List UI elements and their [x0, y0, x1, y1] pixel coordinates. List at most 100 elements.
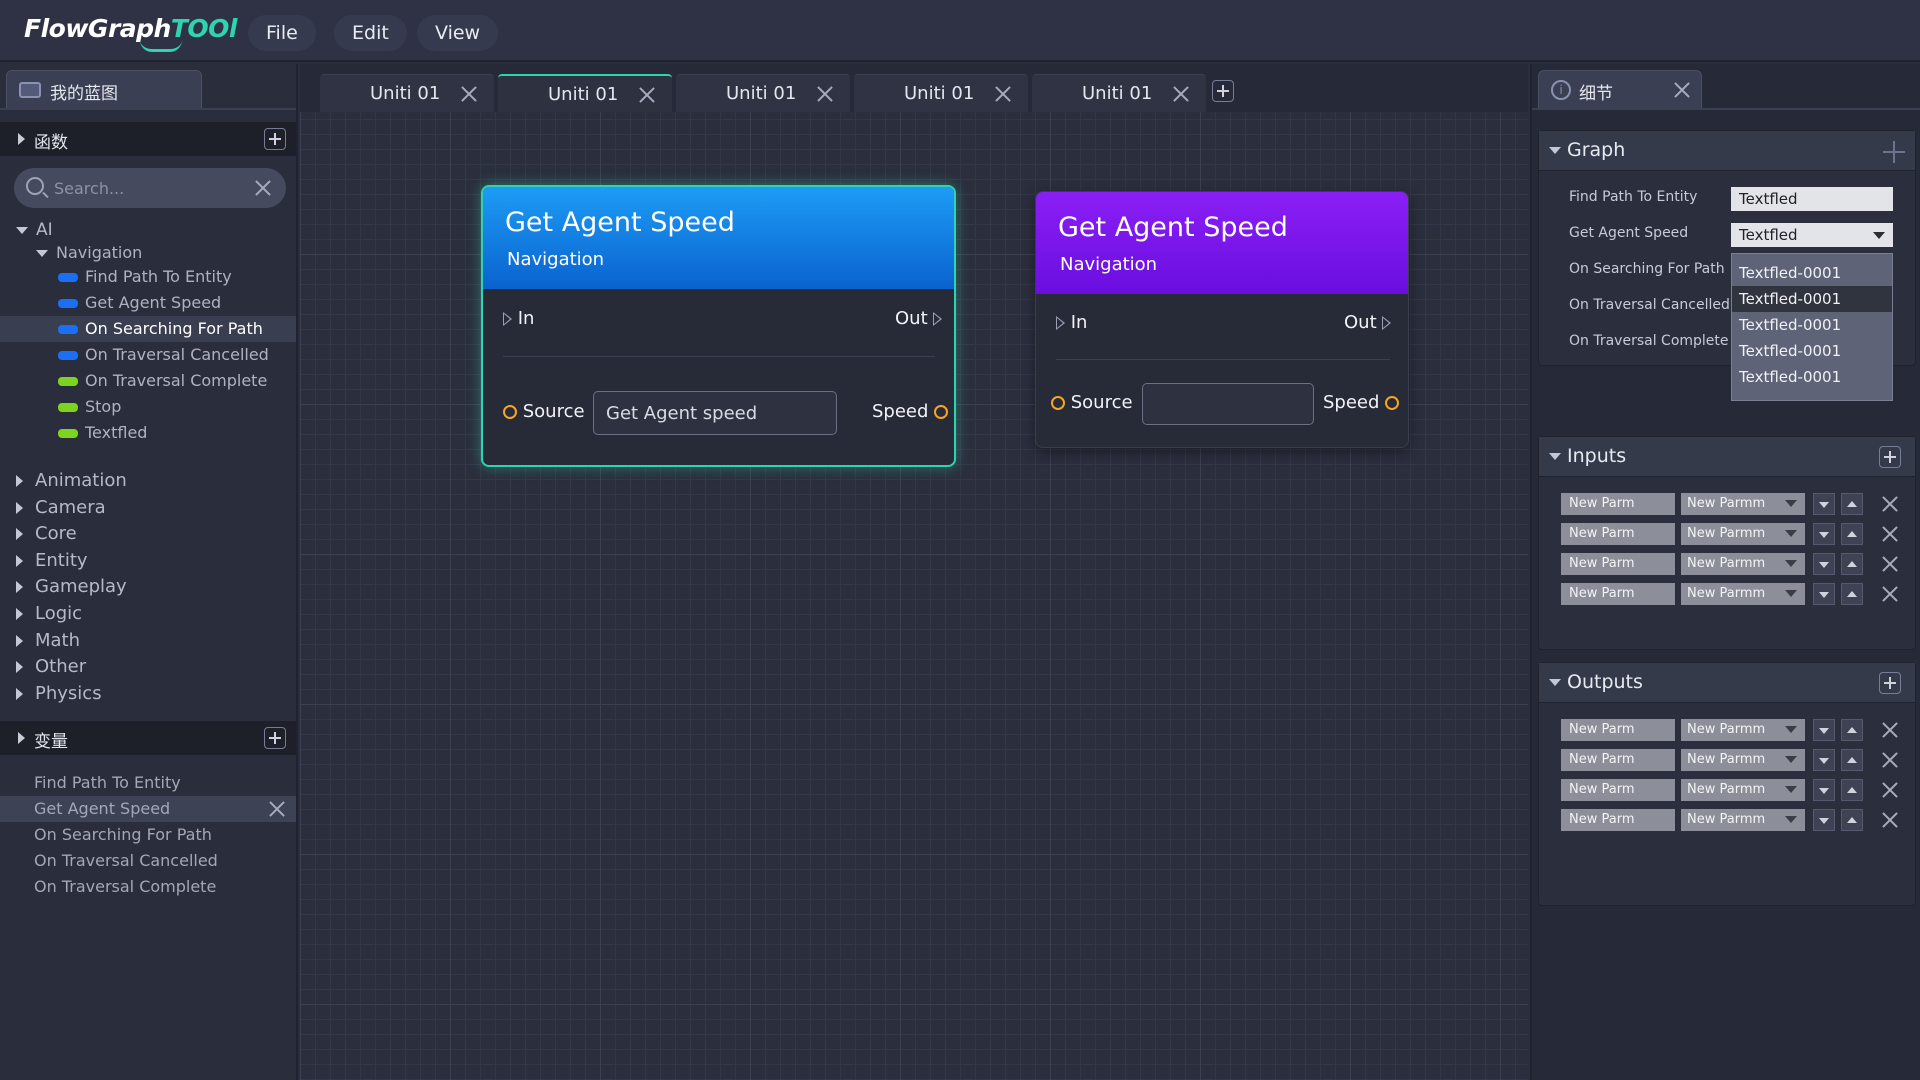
category-item[interactable]: Gameplay — [16, 574, 127, 600]
close-tab-icon[interactable] — [638, 86, 656, 104]
remove-param-icon[interactable] — [1881, 525, 1899, 543]
nav-item[interactable]: Find Path To Entity — [58, 264, 232, 290]
close-tab-icon[interactable] — [460, 85, 478, 103]
category-item[interactable]: Logic — [16, 601, 82, 627]
add-function-button[interactable] — [264, 128, 286, 150]
param-name-field[interactable]: New Parm — [1561, 553, 1675, 575]
inputs-group-header[interactable]: Inputs — [1539, 437, 1915, 477]
source-input[interactable] — [1142, 383, 1314, 425]
param-type-dropdown[interactable]: New Parmm — [1681, 583, 1805, 605]
remove-param-icon[interactable] — [1881, 751, 1899, 769]
move-down-button[interactable] — [1813, 809, 1835, 831]
close-details-icon[interactable] — [1673, 81, 1691, 99]
category-item[interactable]: Physics — [16, 681, 102, 707]
move-up-button[interactable] — [1841, 809, 1863, 831]
category-item[interactable]: Math — [16, 628, 80, 654]
move-up-button[interactable] — [1841, 779, 1863, 801]
move-up-button[interactable] — [1841, 719, 1863, 741]
tab-details[interactable]: i 细节 — [1538, 70, 1702, 108]
node-get-agent-speed-selected[interactable]: Get Agent Speed Navigation In Out Source… — [481, 185, 956, 467]
move-down-button[interactable] — [1813, 749, 1835, 771]
clear-search-icon[interactable] — [254, 179, 272, 197]
document-tab[interactable]: Uniti 01 — [498, 74, 672, 112]
left-scrollbar[interactable] — [296, 504, 298, 704]
graph-group-header[interactable]: Graph — [1539, 131, 1915, 171]
speed-pin[interactable]: Speed — [1323, 392, 1400, 413]
variables-section-header[interactable]: 变量 — [0, 721, 296, 755]
add-tab-button[interactable] — [1212, 80, 1234, 102]
param-type-dropdown[interactable]: New Parmm — [1681, 779, 1805, 801]
tree-navigation[interactable]: Navigation — [36, 240, 142, 266]
remove-param-icon[interactable] — [1881, 721, 1899, 739]
param-type-dropdown[interactable]: New Parmm — [1681, 749, 1805, 771]
prop-field-find-path[interactable]: Textfled — [1731, 187, 1893, 211]
param-name-field[interactable]: New Parm — [1561, 809, 1675, 831]
edit-menu[interactable]: Edit — [334, 15, 407, 51]
functions-section-header[interactable]: 函数 — [0, 122, 296, 156]
param-type-dropdown[interactable]: New Parmm — [1681, 719, 1805, 741]
remove-param-icon[interactable] — [1881, 585, 1899, 603]
move-down-button[interactable] — [1813, 779, 1835, 801]
param-name-field[interactable]: New Parm — [1561, 719, 1675, 741]
category-item[interactable]: Core — [16, 521, 77, 547]
file-menu[interactable]: File — [248, 15, 316, 51]
prop-dropdown-agent-speed[interactable]: Textfled — [1731, 223, 1893, 247]
param-name-field[interactable]: New Parm — [1561, 779, 1675, 801]
exec-in-pin[interactable]: In — [1056, 312, 1087, 333]
nav-item[interactable]: Stop — [58, 394, 121, 420]
nav-item[interactable]: On Traversal Complete — [58, 368, 267, 394]
variable-item[interactable]: Find Path To Entity — [34, 770, 181, 796]
category-item[interactable]: Camera — [16, 495, 106, 521]
dropdown-option[interactable]: Textfled-0001 — [1732, 364, 1892, 390]
dropdown-option[interactable]: Textfled-0001 — [1732, 338, 1892, 364]
variable-item[interactable]: On Traversal Complete — [34, 874, 216, 900]
view-menu[interactable]: View — [417, 15, 499, 51]
add-input-button[interactable] — [1879, 446, 1901, 468]
move-down-button[interactable] — [1813, 523, 1835, 545]
move-down-button[interactable] — [1813, 493, 1835, 515]
param-name-field[interactable]: New Parm — [1561, 523, 1675, 545]
close-tab-icon[interactable] — [1172, 85, 1190, 103]
nav-item[interactable]: Textfled — [58, 420, 147, 446]
document-tab[interactable]: Uniti 01 — [854, 74, 1028, 112]
param-name-field[interactable]: New Parm — [1561, 493, 1675, 515]
document-tab[interactable]: Uniti 01 — [676, 74, 850, 112]
document-tab[interactable]: Uniti 01 — [1032, 74, 1206, 112]
delete-variable-icon[interactable] — [268, 800, 286, 818]
param-type-dropdown[interactable]: New Parmm — [1681, 809, 1805, 831]
category-item[interactable]: Entity — [16, 548, 88, 574]
param-type-dropdown[interactable]: New Parmm — [1681, 523, 1805, 545]
move-down-button[interactable] — [1813, 719, 1835, 741]
exec-out-pin[interactable]: Out — [1344, 312, 1392, 333]
remove-param-icon[interactable] — [1881, 555, 1899, 573]
dropdown-option-highlighted[interactable]: Textfled-0001 — [1732, 286, 1892, 312]
variable-item[interactable]: On Traversal Cancelled — [34, 848, 218, 874]
speed-pin[interactable]: Speed — [872, 401, 949, 422]
move-up-button[interactable] — [1841, 583, 1863, 605]
close-tab-icon[interactable] — [816, 85, 834, 103]
dropdown-option[interactable]: Textfled-0001 — [1732, 260, 1892, 286]
nav-item[interactable]: On Searching For Path — [58, 316, 263, 342]
param-name-field[interactable]: New Parm — [1561, 749, 1675, 771]
variable-item[interactable]: On Searching For Path — [34, 822, 212, 848]
category-item[interactable]: Animation — [16, 468, 127, 494]
exec-in-pin[interactable]: In — [503, 308, 534, 329]
move-up-button[interactable] — [1841, 523, 1863, 545]
nav-item[interactable]: On Traversal Cancelled — [58, 342, 269, 368]
close-tab-icon[interactable] — [994, 85, 1012, 103]
source-pin[interactable]: Source — [503, 401, 585, 422]
exec-out-pin[interactable]: Out — [895, 308, 943, 329]
param-type-dropdown[interactable]: New Parmm — [1681, 493, 1805, 515]
param-type-dropdown[interactable]: New Parmm — [1681, 553, 1805, 575]
source-input[interactable] — [593, 391, 837, 435]
remove-param-icon[interactable] — [1881, 781, 1899, 799]
move-icon[interactable] — [1883, 141, 1905, 163]
source-pin[interactable]: Source — [1051, 392, 1133, 413]
search-input[interactable] — [54, 168, 250, 208]
dropdown-option[interactable]: Textfled-0001 — [1732, 312, 1892, 338]
node-get-agent-speed[interactable]: Get Agent Speed Navigation In Out Source… — [1035, 191, 1409, 448]
move-up-button[interactable] — [1841, 493, 1863, 515]
variable-item[interactable]: Get Agent Speed — [34, 796, 170, 822]
add-variable-button[interactable] — [264, 727, 286, 749]
move-down-button[interactable] — [1813, 553, 1835, 575]
